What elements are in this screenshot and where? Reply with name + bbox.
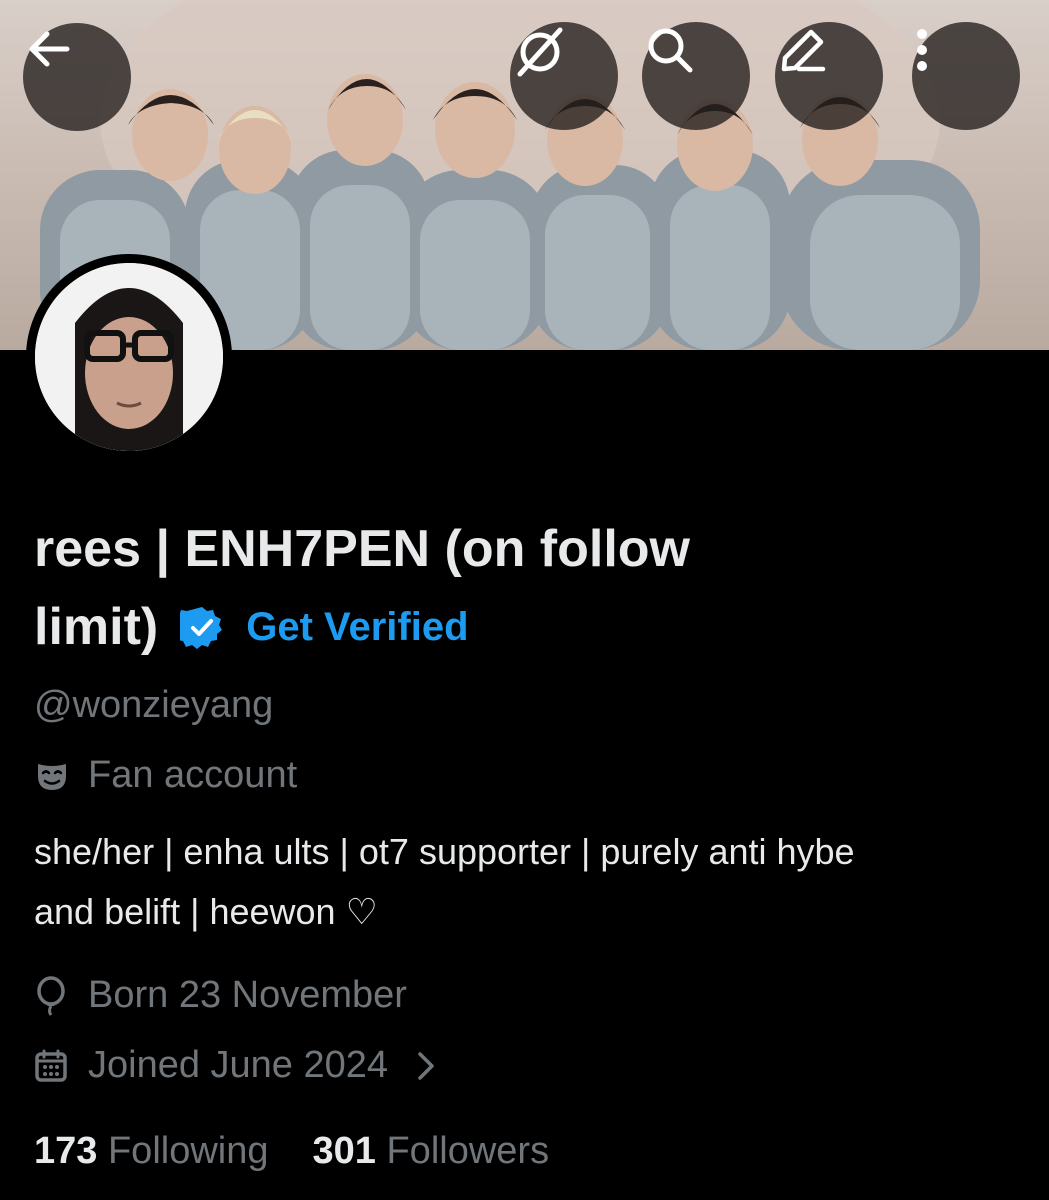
balloon-icon (37, 975, 65, 1016)
mask-icon (38, 763, 66, 790)
birthday-text: Born 23 November (88, 974, 407, 1016)
search-icon (648, 28, 693, 73)
profile-category: Fan account (34, 754, 297, 797)
followers-stat[interactable]: 301 Followers (313, 1130, 550, 1173)
more-options-button[interactable] (912, 22, 1020, 130)
edit-button[interactable] (775, 22, 883, 130)
back-button[interactable] (23, 23, 131, 131)
calendar-icon (35, 1049, 67, 1082)
grok-button[interactable] (510, 22, 618, 130)
followers-label: Followers (386, 1130, 550, 1172)
display-name-line2: limit) (34, 598, 159, 656)
username-handle: @wonzieyang (34, 684, 274, 726)
joined-text: Joined June 2024 (88, 1044, 389, 1086)
edit-icon (781, 29, 826, 72)
avatar-photo (35, 263, 223, 451)
verified-badge-icon[interactable] (180, 605, 224, 649)
following-count: 173 (34, 1130, 98, 1172)
back-arrow-icon (29, 31, 70, 67)
grok-icon (517, 27, 563, 77)
display-name: rees | ENH7PEN (on follow limit) Get Ver… (34, 510, 934, 666)
bio-line1: she/her | enha ults | ot7 supporter | pu… (34, 831, 855, 872)
bio-line2: and belift | heewon ♡ (34, 891, 378, 932)
more-icon (917, 29, 927, 71)
profile-bio: she/her | enha ults | ot7 supporter | pu… (34, 822, 1024, 942)
birthday-row: Born 23 November (34, 974, 407, 1017)
follow-stats: 173 Following 301 Followers (34, 1130, 593, 1173)
category-label: Fan account (88, 754, 298, 796)
chevron-right-icon[interactable] (414, 1049, 438, 1083)
following-label: Following (107, 1130, 269, 1172)
get-verified-link[interactable]: Get Verified (246, 588, 468, 666)
following-stat[interactable]: 173 Following (34, 1130, 269, 1173)
profile-avatar[interactable] (26, 254, 232, 460)
followers-count: 301 (312, 1130, 376, 1172)
joined-row[interactable]: Joined June 2024 (34, 1044, 438, 1087)
display-name-line1: rees | ENH7PEN (on follow (34, 520, 690, 578)
search-button[interactable] (642, 22, 750, 130)
